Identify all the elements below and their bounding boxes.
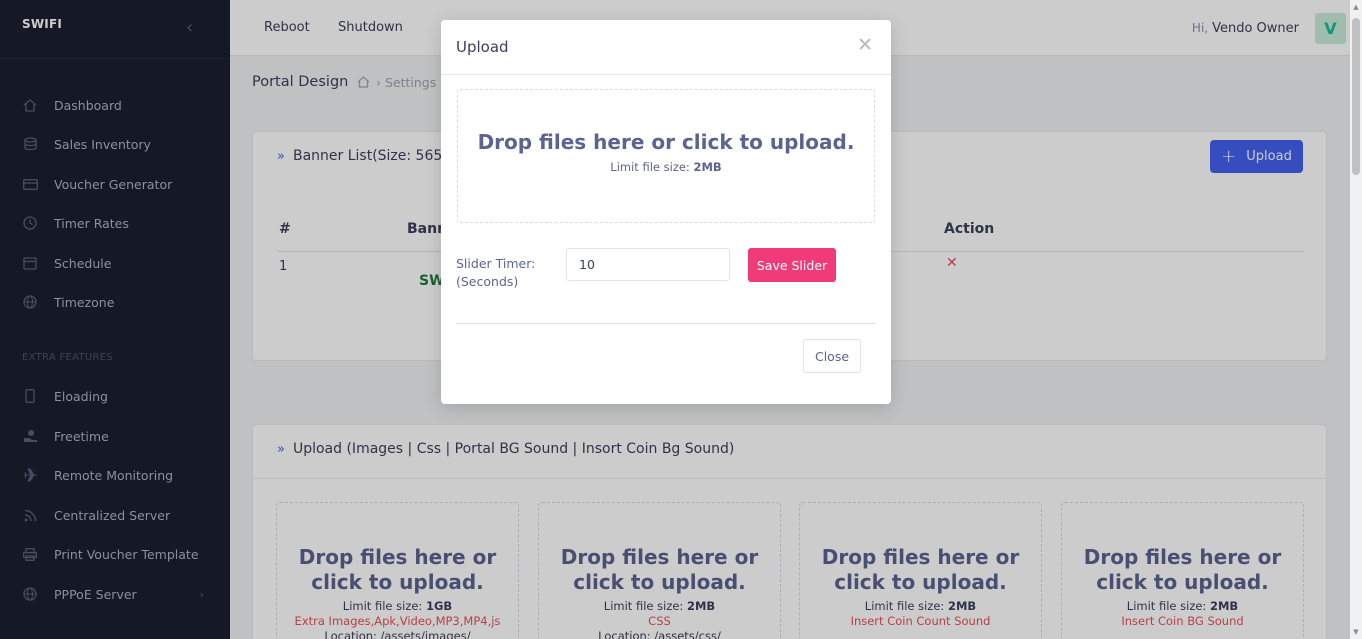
- modal-dropzone[interactable]: Drop files here or click to upload. Limi…: [457, 89, 875, 223]
- slider-timer-label: Slider Timer: (Seconds): [456, 255, 535, 291]
- dropzone-text: Drop files here or click to upload.: [477, 130, 855, 154]
- scrollbar-thumb[interactable]: [1352, 18, 1360, 175]
- slider-timer-label-line-2: (Seconds): [456, 274, 519, 289]
- close-icon[interactable]: ✕: [857, 35, 873, 55]
- close-button[interactable]: Close: [803, 339, 861, 373]
- scroll-up-arrow-icon[interactable]: ▲: [1352, 3, 1360, 11]
- scrollbar[interactable]: ▲ ▼: [1350, 0, 1362, 639]
- save-slider-button[interactable]: Save Slider: [748, 248, 836, 282]
- slider-timer-input[interactable]: [566, 248, 730, 281]
- modal-header-divider: [441, 74, 891, 75]
- limit-value: 2MB: [693, 160, 722, 174]
- upload-modal: Upload ✕ Drop files here or click to upl…: [441, 20, 891, 404]
- slider-timer-label-line-1: Slider Timer:: [456, 256, 536, 271]
- modal-title: Upload: [456, 38, 509, 56]
- modal-footer-divider: [456, 323, 876, 324]
- scroll-down-arrow-icon[interactable]: ▼: [1352, 628, 1360, 636]
- file-size-limit: Limit file size: 2MB: [458, 160, 874, 174]
- limit-prefix: Limit file size:: [610, 160, 694, 174]
